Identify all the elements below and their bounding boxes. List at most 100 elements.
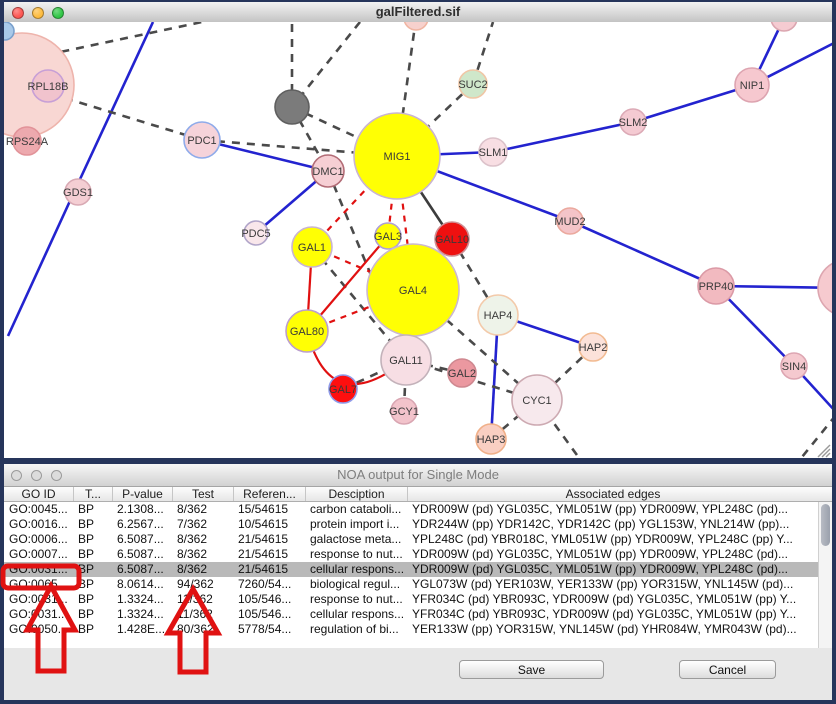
node-label-hap3: HAP3 [477, 434, 506, 446]
column-header-go-id[interactable]: GO ID [4, 487, 73, 501]
table-row[interactable]: GO:0016...BP6.2567...7/36210/54615protei… [4, 517, 832, 532]
cell-associated-edges: YFR034C (pd) YBR093C, YDR009W (pd) YGL03… [407, 607, 818, 622]
cell-type: BP [73, 592, 112, 607]
cell-description: galactose meta... [305, 532, 407, 547]
cell-p-value: 6.2567... [112, 517, 172, 532]
edge-blue[interactable] [493, 122, 633, 152]
table-row[interactable]: GO:0065...BP8.0614...94/3627260/54...bio… [4, 577, 832, 592]
cell-p-value: 1.428E... [112, 622, 172, 637]
cell-associated-edges: YER133W (pp) YOR315W, YNL145W (pd) YHR08… [407, 622, 818, 637]
cell-reference: 7260/54... [233, 577, 305, 592]
noa-window-title: NOA output for Single Mode [4, 467, 832, 482]
node-label-rps24a: RPS24A [6, 136, 49, 148]
table-row[interactable]: GO:0006...BP6.5087...8/36221/54615galact… [4, 532, 832, 547]
node-label-dmc1: DMC1 [312, 166, 343, 178]
cell-description: carbon cataboli... [305, 502, 407, 517]
cell-p-value: 8.0614... [112, 577, 172, 592]
table-row[interactable]: GO:0007...BP6.5087...8/36221/54615respon… [4, 547, 832, 562]
column-header-description[interactable]: Desciption [305, 487, 407, 501]
node-label-sin4: SIN4 [782, 361, 806, 373]
node-top-right-node[interactable] [771, 22, 797, 31]
node-label-gal4: GAL4 [399, 285, 427, 297]
table-row[interactable]: GO:0045...BP2.1308...8/36215/54615carbon… [4, 502, 832, 517]
cell-p-value: 6.5087... [112, 547, 172, 562]
node-msl[interactable] [818, 260, 832, 316]
cell-description: protein import i... [305, 517, 407, 532]
column-header-type[interactable]: T... [73, 487, 112, 501]
cell-type: BP [73, 622, 112, 637]
edge-blue[interactable] [633, 85, 752, 122]
cell-description: cellular respons... [305, 607, 407, 622]
cell-reference: 21/54615 [233, 532, 305, 547]
cell-associated-edges: YFR034C (pd) YBR093C, YDR009W (pd) YGL03… [407, 592, 818, 607]
cell-associated-edges: YDR244W (pp) YDR142C, YDR142C (pp) YGL15… [407, 517, 818, 532]
cell-type: BP [73, 562, 112, 577]
node-label-slm1: SLM1 [479, 147, 508, 159]
resize-grip[interactable] [822, 449, 830, 457]
node-label-hap2: HAP2 [579, 342, 608, 354]
node-label-slm2: SLM2 [619, 117, 648, 129]
node-label-gal2: GAL2 [448, 368, 476, 380]
cell-type: BP [73, 547, 112, 562]
column-header-reference[interactable]: Referen... [233, 487, 305, 501]
node-label-hap4: HAP4 [484, 310, 513, 322]
node-corner-blue-node[interactable] [4, 22, 14, 40]
node-label-gal11: GAL11 [389, 355, 422, 367]
node-label-mud2: MUD2 [554, 216, 585, 228]
node-gray-node[interactable] [275, 90, 309, 124]
cell-p-value: 2.1308... [112, 502, 172, 517]
node-label-pdc5: PDC5 [241, 228, 270, 240]
node-top-edge-node[interactable] [404, 22, 428, 30]
cell-associated-edges: YDR009W (pd) YGL035C, YML051W (pp) YDR00… [407, 547, 818, 562]
cell-go-id: GO:0065... [4, 577, 73, 592]
table-header-row: GO IDT...P-valueTestReferen...Desciption… [4, 487, 832, 502]
table-scrollbar[interactable] [818, 502, 832, 648]
cell-go-id: GO:0006... [4, 532, 73, 547]
node-label-suc2: SUC2 [458, 79, 487, 91]
cell-test: 7/362 [172, 517, 233, 532]
screenshot-root: galFiltered.sif RPL18BRPS24AGDS1PDC1DMC1… [0, 0, 836, 704]
table-row[interactable]: GO:0050...BP1.428E...80/3625778/54...reg… [4, 622, 832, 637]
cell-reference: 15/54615 [233, 502, 305, 517]
noa-window-titlebar[interactable]: NOA output for Single Mode [4, 464, 832, 487]
cell-go-id: GO:0016... [4, 517, 73, 532]
network-canvas[interactable]: RPL18BRPS24AGDS1PDC1DMC1MIG1SUC2SLM1SLM2… [4, 22, 832, 458]
node-label-nip1: NIP1 [740, 80, 764, 92]
cell-description: cellular respons... [305, 562, 407, 577]
cell-test: 8/362 [172, 532, 233, 547]
cell-test: 8/362 [172, 562, 233, 577]
node-label-mig1: MIG1 [384, 151, 411, 163]
cell-test: 11/362 [172, 607, 233, 622]
node-label-gal10: GAL10 [435, 234, 469, 246]
cell-p-value: 1.3324... [112, 607, 172, 622]
resize-grip[interactable] [826, 453, 830, 457]
cell-test: 80/362 [172, 622, 233, 637]
column-header-associated-edges[interactable]: Associated edges [407, 487, 818, 501]
cell-test: 94/362 [172, 577, 233, 592]
network-window-title: galFiltered.sif [4, 4, 832, 19]
cancel-button[interactable]: Cancel [679, 660, 776, 679]
network-window-titlebar[interactable]: galFiltered.sif [4, 2, 832, 23]
cell-associated-edges: YPL248C (pd) YBR018C, YML051W (pp) YDR00… [407, 532, 818, 547]
node-label-gds1: GDS1 [63, 187, 93, 199]
edge-blue[interactable] [75, 22, 153, 190]
cell-go-id: GO:0031... [4, 562, 73, 577]
button-panel: Save Cancel [4, 648, 832, 700]
cell-type: BP [73, 532, 112, 547]
cell-p-value: 1.3324... [112, 592, 172, 607]
save-button[interactable]: Save [459, 660, 604, 679]
node-label-gal80: GAL80 [290, 326, 324, 338]
column-header-test[interactable]: Test [172, 487, 233, 501]
edge-blue[interactable] [8, 190, 75, 336]
edge-blue[interactable] [570, 221, 716, 286]
table-row[interactable]: GO:0031...BP6.5087...8/36221/54615cellul… [4, 562, 832, 577]
node-label-gal1: GAL1 [298, 242, 326, 254]
node-label-gal7: GAL7 [329, 384, 357, 396]
table-row[interactable]: GO:0031...BP1.3324...11/362105/546...cel… [4, 607, 832, 622]
cell-test: 8/362 [172, 502, 233, 517]
column-header-p-value[interactable]: P-value [112, 487, 172, 501]
node-label-prp40: PRP40 [699, 281, 734, 293]
table-row[interactable]: GO:0031...BP1.3324...11/362105/546...res… [4, 592, 832, 607]
node-label-pdc1: PDC1 [187, 135, 216, 147]
scrollbar-thumb[interactable] [821, 504, 830, 546]
